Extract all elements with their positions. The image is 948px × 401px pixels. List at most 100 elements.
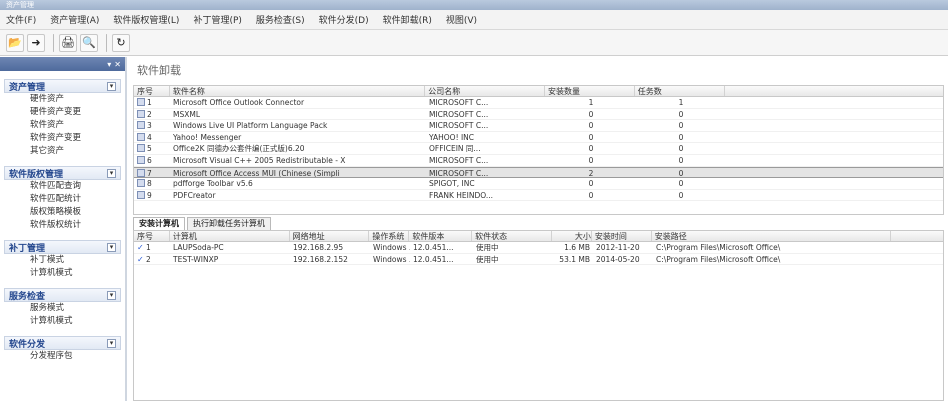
sidebar-group-header[interactable]: 补丁管理 ▾ — [4, 240, 121, 254]
column-header-filler — [725, 86, 943, 96]
table-cell: Yahoo! Messenger — [173, 132, 242, 142]
sidebar-group-header[interactable]: 服务检查 ▾ — [4, 288, 121, 302]
print-button[interactable]: 🖨 — [59, 33, 77, 52]
sidebar-group-header[interactable]: 资产管理 ▾ — [4, 79, 121, 93]
table-cell: 192.168.2.152 — [293, 254, 348, 264]
column-header[interactable]: 公司名称 — [425, 86, 545, 96]
sidebar-group: 资产管理 ▾ 硬件资产 硬件资产变更 软件资产 软件资产变更 其它资产 — [4, 79, 121, 158]
software-icon — [137, 190, 145, 199]
sidebar-item[interactable]: 计算机模式 — [4, 315, 121, 328]
table-cell: pdfforge Toolbar v5.6 — [173, 179, 253, 189]
import-icon: ➜ — [31, 36, 41, 49]
tab-0[interactable]: 安装计算机 — [133, 217, 185, 230]
table-cell: LAUPSoda-PC — [173, 243, 224, 252]
tab-1[interactable]: 执行卸载任务计算机 — [187, 217, 271, 230]
table-cell: C:\Program Files\Microsoft Office\ — [656, 243, 781, 252]
menu-item-0[interactable]: 文件(F) — [6, 13, 36, 26]
table-row[interactable]: ✓2 TEST-WINXP 192.168.2.152 Windows ...12.0… — [134, 254, 943, 266]
table-row[interactable]: 8 pdfforge Toolbar v5.6 SPIGOT, INC 0 0 — [134, 178, 943, 190]
sidebar-item[interactable]: 硬件资产变更 — [4, 106, 121, 119]
column-header[interactable]: 软件状态 — [472, 231, 552, 241]
table-cell: Windows Live UI Platform Language Pack — [173, 121, 328, 131]
column-header[interactable]: 软件版本 — [409, 231, 473, 241]
column-header[interactable]: 序号 — [134, 231, 170, 241]
table-cell: ✓ 1 — [137, 243, 151, 252]
table-cell: 0 — [588, 190, 594, 200]
table-cell: 1 — [134, 97, 170, 108]
table-cell: 4 — [134, 132, 170, 143]
sidebar-item[interactable]: 分发程序包 — [4, 350, 121, 363]
table-cell: MICROSOFT C... — [429, 98, 489, 107]
menu-item-5[interactable]: 软件分发(D) — [319, 13, 369, 26]
table-cell: Microsoft Visual C++ 2005 Redistributabl… — [173, 155, 346, 165]
menu-item-1[interactable]: 资产管理(A) — [50, 13, 99, 26]
collapse-icon[interactable]: ▾ — [107, 81, 116, 91]
sidebar-item[interactable]: 软件资产变更 — [4, 132, 121, 145]
refresh-icon: ↻ — [116, 36, 126, 49]
import-button[interactable]: ➜ — [27, 33, 45, 52]
toolbar-separator — [106, 33, 107, 52]
table-cell: 2 — [588, 168, 594, 178]
toolbar: 📂 ➜ 🖨 🔍 ↻ — [0, 30, 948, 56]
sidebar-group-header[interactable]: 软件版权管理 ▾ — [4, 166, 121, 180]
column-header[interactable]: 安装路径 — [652, 231, 892, 241]
menu-item-4[interactable]: 服务检查(S) — [256, 13, 305, 26]
close-icon[interactable]: ✕ — [114, 60, 121, 69]
page-title: 软件卸载 — [129, 57, 948, 85]
column-header[interactable]: 任务数 — [635, 86, 725, 96]
menu-item-2[interactable]: 软件版权管理(L) — [113, 13, 179, 26]
print-preview-button[interactable]: 🔍 — [80, 33, 98, 52]
table-row[interactable]: 2 MSXML MICROSOFT C... 0 0 — [134, 109, 943, 121]
sidebar-item[interactable]: 软件匹配查询 — [4, 180, 121, 193]
column-header[interactable]: 软件名称 — [170, 86, 426, 96]
sidebar-item[interactable]: 软件资产 — [4, 119, 121, 132]
column-header[interactable]: 安装数量 — [545, 86, 635, 96]
sidebar-item[interactable]: 硬件资产 — [4, 93, 121, 106]
column-header[interactable]: 网络地址 — [290, 231, 370, 241]
collapse-icon[interactable]: ▾ — [107, 168, 116, 178]
table-cell: Windows ... — [373, 243, 410, 252]
window-titlebar: 资产管理 — [0, 0, 948, 10]
refresh-button[interactable]: ↻ — [112, 33, 130, 52]
column-header[interactable]: 计算机 — [170, 231, 290, 241]
column-header[interactable]: 操作系统 — [369, 231, 410, 241]
pin-icon[interactable]: ▾ — [107, 60, 111, 69]
column-header[interactable]: 序号 — [134, 86, 170, 96]
table-row[interactable]: 7 Microsoft Office Access MUI (Chinese (S… — [134, 166, 943, 179]
menu-item-6[interactable]: 软件卸载(R) — [383, 13, 432, 26]
menu-item-3[interactable]: 补丁管理(P) — [193, 13, 241, 26]
table-row[interactable]: 5 Office2K 同德办公套件编(正式版)6.20 OFFICEIN 同... 0… — [134, 143, 943, 155]
sidebar-item[interactable]: 服务模式 — [4, 302, 121, 315]
table-row[interactable]: 1 Microsoft Office Outlook Connector MICRO… — [134, 97, 943, 109]
main-panel: 软件卸载 序号 软件名称 公司名称 安装数量 任务数 1 Microsoft Office… — [129, 57, 948, 401]
table-cell: 0 — [678, 168, 684, 178]
collapse-icon[interactable]: ▾ — [107, 290, 116, 300]
table-cell: 0 — [678, 109, 684, 119]
column-header[interactable]: 安装时间 — [592, 231, 652, 241]
table-row[interactable]: 6 Microsoft Visual C++ 2005 Redistributab… — [134, 155, 943, 167]
open-folder-button[interactable]: 📂 — [6, 33, 24, 52]
sidebar-item[interactable]: 补丁模式 — [4, 254, 121, 267]
sidebar-item[interactable]: 软件版权统计 — [4, 219, 121, 232]
table-row[interactable]: 3 Windows Live UI Platform Language Pack M… — [134, 120, 943, 132]
collapse-icon[interactable]: ▾ — [107, 242, 116, 252]
menu-item-7[interactable]: 视图(V) — [446, 13, 477, 26]
table-cell: MICROSOFT C... — [429, 121, 489, 131]
collapse-icon[interactable]: ▾ — [107, 338, 116, 348]
sidebar-item[interactable]: 软件匹配统计 — [4, 193, 121, 206]
sidebar-group-header[interactable]: 软件分发 ▾ — [4, 336, 121, 350]
table-cell: MICROSOFT C... — [429, 155, 489, 165]
table-row[interactable]: ✓1 LAUPSoda-PC 192.168.2.95 Windows ...12.0… — [134, 242, 943, 254]
sidebar-item[interactable]: 计算机模式 — [4, 267, 121, 280]
sidebar-group-title: 软件分发 — [9, 339, 46, 350]
table-cell: FRANK HEINDO... — [429, 190, 493, 200]
table-cell: 3 — [134, 120, 170, 131]
table-cell: 0 — [678, 190, 684, 200]
table-row[interactable]: 4 Yahoo! Messenger YAHOO! INC 0 0 — [134, 132, 943, 144]
print-icon: 🖨 — [61, 36, 75, 49]
column-header[interactable]: 大小 — [552, 231, 592, 241]
sidebar-group: 补丁管理 ▾ 补丁模式 计算机模式 — [4, 240, 121, 280]
table-row[interactable]: 9 PDFCreator FRANK HEINDO... 0 0 — [134, 190, 943, 202]
sidebar-item[interactable]: 版权策略模板 — [4, 206, 121, 219]
sidebar-item[interactable]: 其它资产 — [4, 145, 121, 158]
